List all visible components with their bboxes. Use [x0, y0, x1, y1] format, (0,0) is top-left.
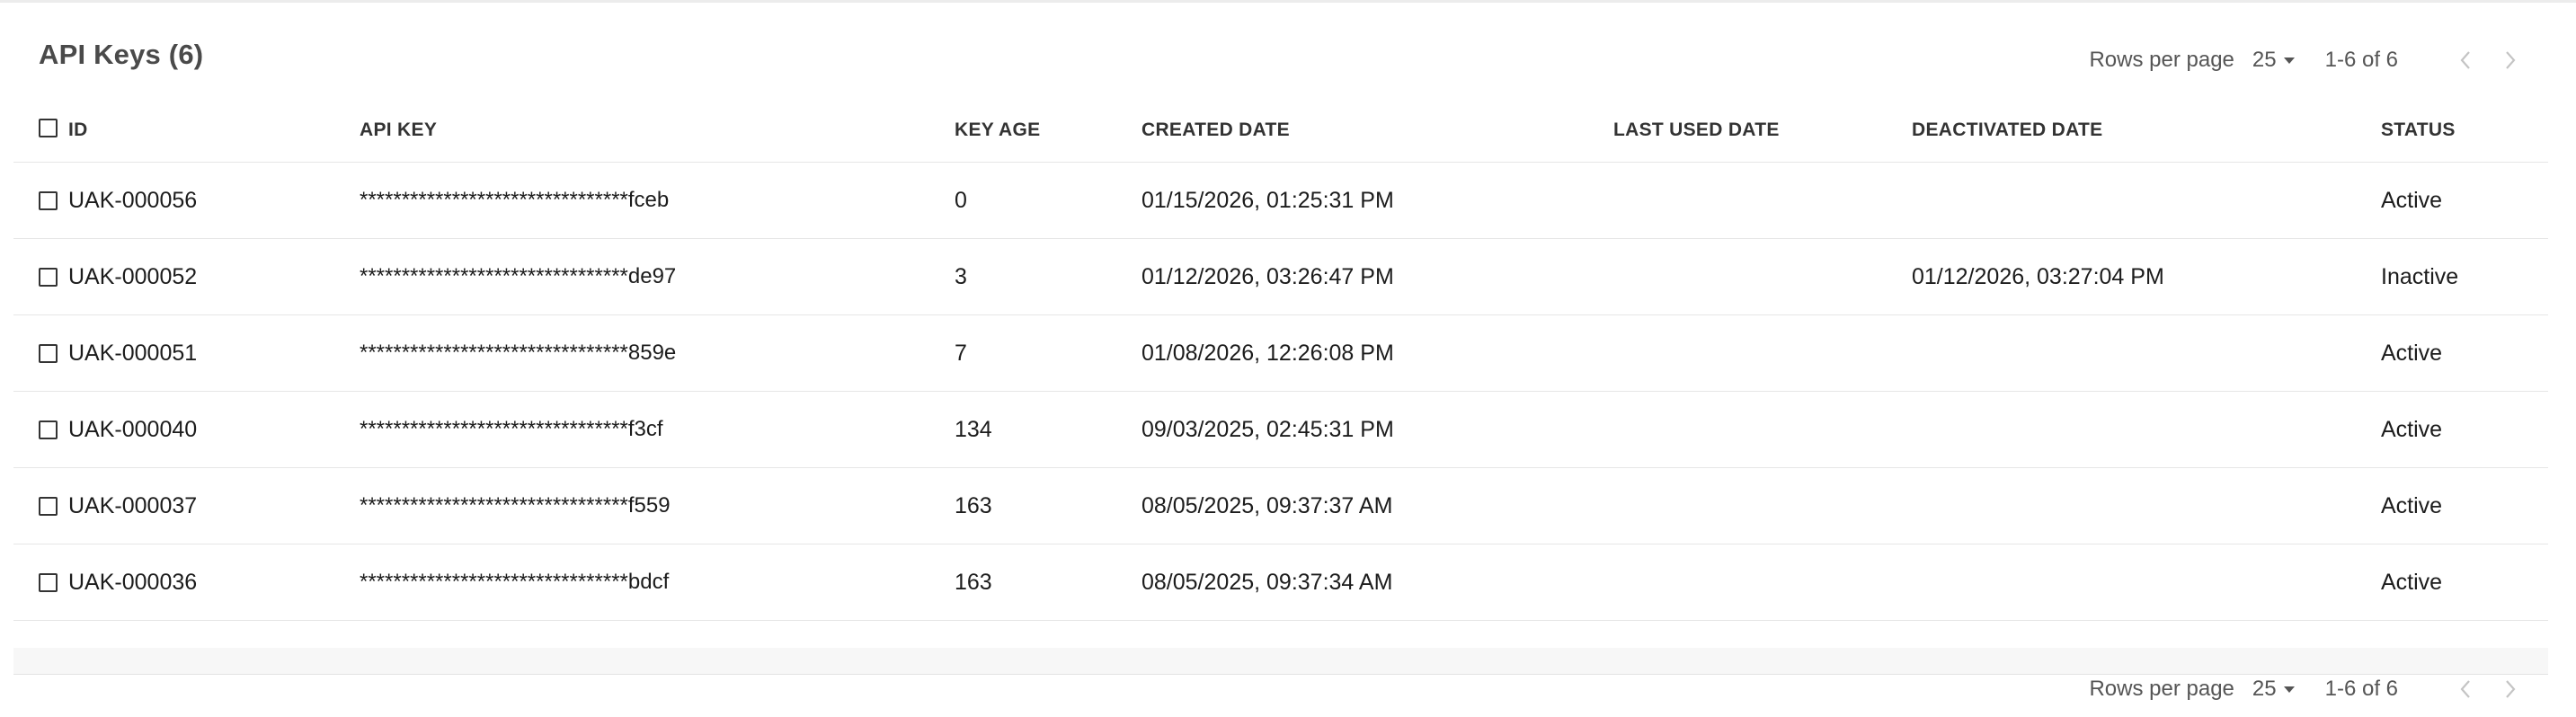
- row-deactivated-date: 01/12/2026, 03:27:04 PM: [1912, 263, 2164, 289]
- table-row[interactable]: UAK-000052 *****************************…: [13, 239, 2548, 315]
- pagination-range: 1-6 of 6: [2324, 48, 2398, 72]
- rows-per-page-select[interactable]: 25: [2252, 48, 2295, 73]
- chevron-right-icon: [2506, 680, 2516, 698]
- row-api-key: ********************************bdcf: [360, 570, 670, 594]
- row-id-cell: UAK-000052: [39, 239, 197, 314]
- row-created-date: 08/05/2025, 09:37:34 AM: [1141, 569, 1393, 595]
- row-checkbox[interactable]: [39, 267, 58, 287]
- row-id-cell: UAK-000036: [39, 544, 197, 620]
- row-id-cell: UAK-000051: [39, 315, 197, 391]
- row-status: Active: [2381, 492, 2443, 518]
- row-id-cell: UAK-000056: [39, 163, 197, 238]
- row-id-cell: UAK-000040: [39, 392, 197, 467]
- previous-page-button[interactable]: [2452, 42, 2479, 78]
- pagination-range: 1-6 of 6: [2324, 677, 2398, 701]
- caret-down-icon: [2283, 57, 2295, 64]
- row-status: Active: [2381, 416, 2443, 442]
- rows-per-page-label: Rows per page: [2089, 48, 2234, 72]
- page-title: API Keys (6): [39, 39, 204, 70]
- row-key-age: 3: [955, 263, 967, 289]
- row-status: Active: [2381, 340, 2443, 366]
- row-status: Inactive: [2381, 263, 2459, 289]
- header-key-age[interactable]: KEY AGE: [955, 98, 1040, 162]
- row-api-key: ********************************859e: [360, 341, 677, 365]
- next-page-button[interactable]: [2497, 42, 2524, 78]
- header-status[interactable]: STATUS: [2381, 98, 2456, 162]
- pagination-top: Rows per page 25 1-6 of 6: [2089, 42, 2524, 78]
- row-key-age: 163: [955, 492, 992, 518]
- row-id: UAK-000037: [68, 492, 198, 518]
- header-id-cell: ID: [39, 98, 88, 162]
- rows-per-page-label: Rows per page: [2089, 677, 2234, 701]
- api-keys-page: API Keys (6) Rows per page 25 1-6 of 6 I…: [0, 0, 2576, 717]
- row-checkbox[interactable]: [39, 190, 58, 210]
- row-status: Active: [2381, 187, 2443, 213]
- row-id: UAK-000056: [68, 187, 198, 213]
- table-row[interactable]: UAK-000036 *****************************…: [13, 544, 2548, 621]
- row-id-cell: UAK-000037: [39, 468, 197, 544]
- row-api-key: ********************************f3cf: [360, 417, 663, 441]
- caret-down-icon: [2283, 686, 2295, 693]
- row-checkbox[interactable]: [39, 572, 58, 592]
- header-deactivated-date[interactable]: DEACTIVATED DATE: [1912, 98, 2102, 162]
- row-checkbox[interactable]: [39, 343, 58, 363]
- row-created-date: 01/08/2026, 12:26:08 PM: [1141, 340, 1394, 366]
- row-created-date: 01/12/2026, 03:26:47 PM: [1141, 263, 1394, 289]
- row-id: UAK-000036: [68, 569, 198, 595]
- row-api-key: ********************************de97: [360, 264, 677, 288]
- row-checkbox[interactable]: [39, 420, 58, 439]
- previous-page-button[interactable]: [2452, 671, 2479, 707]
- row-key-age: 134: [955, 416, 992, 442]
- header-api-key[interactable]: API KEY: [360, 98, 437, 162]
- table-row[interactable]: UAK-000051 *****************************…: [13, 315, 2548, 392]
- table-row[interactable]: UAK-000037 *****************************…: [13, 468, 2548, 544]
- table-row[interactable]: UAK-000056 *****************************…: [13, 163, 2548, 239]
- table-header-row: ID API KEY KEY AGE CREATED DATE LAST USE…: [13, 98, 2548, 163]
- row-created-date: 01/15/2026, 01:25:31 PM: [1141, 187, 1394, 213]
- row-created-date: 08/05/2025, 09:37:37 AM: [1141, 492, 1393, 518]
- row-id: UAK-000051: [68, 340, 198, 366]
- row-id: UAK-000040: [68, 416, 198, 442]
- select-all-checkbox[interactable]: [39, 119, 58, 137]
- api-keys-table: ID API KEY KEY AGE CREATED DATE LAST USE…: [13, 98, 2548, 621]
- chevron-left-icon: [2460, 51, 2470, 69]
- table-row[interactable]: UAK-000040 *****************************…: [13, 392, 2548, 468]
- pagination-bottom: Rows per page 25 1-6 of 6: [2089, 671, 2524, 707]
- rows-per-page-value: 25: [2252, 677, 2277, 701]
- row-created-date: 09/03/2025, 02:45:31 PM: [1141, 416, 1394, 442]
- row-key-age: 163: [955, 569, 992, 595]
- header-id: ID: [68, 119, 88, 140]
- row-key-age: 7: [955, 340, 967, 366]
- chevron-right-icon: [2506, 51, 2516, 69]
- header-created-date[interactable]: CREATED DATE: [1141, 98, 1290, 162]
- chevron-left-icon: [2460, 680, 2470, 698]
- row-status: Active: [2381, 569, 2443, 595]
- row-api-key: ********************************fceb: [360, 188, 670, 212]
- rows-per-page-select[interactable]: 25: [2252, 677, 2295, 702]
- header-last-used-date[interactable]: LAST USED DATE: [1613, 98, 1780, 162]
- row-id: UAK-000052: [68, 263, 198, 289]
- row-key-age: 0: [955, 187, 967, 213]
- next-page-button[interactable]: [2497, 671, 2524, 707]
- row-api-key: ********************************f559: [360, 493, 671, 518]
- rows-per-page-value: 25: [2252, 48, 2277, 72]
- row-checkbox[interactable]: [39, 496, 58, 516]
